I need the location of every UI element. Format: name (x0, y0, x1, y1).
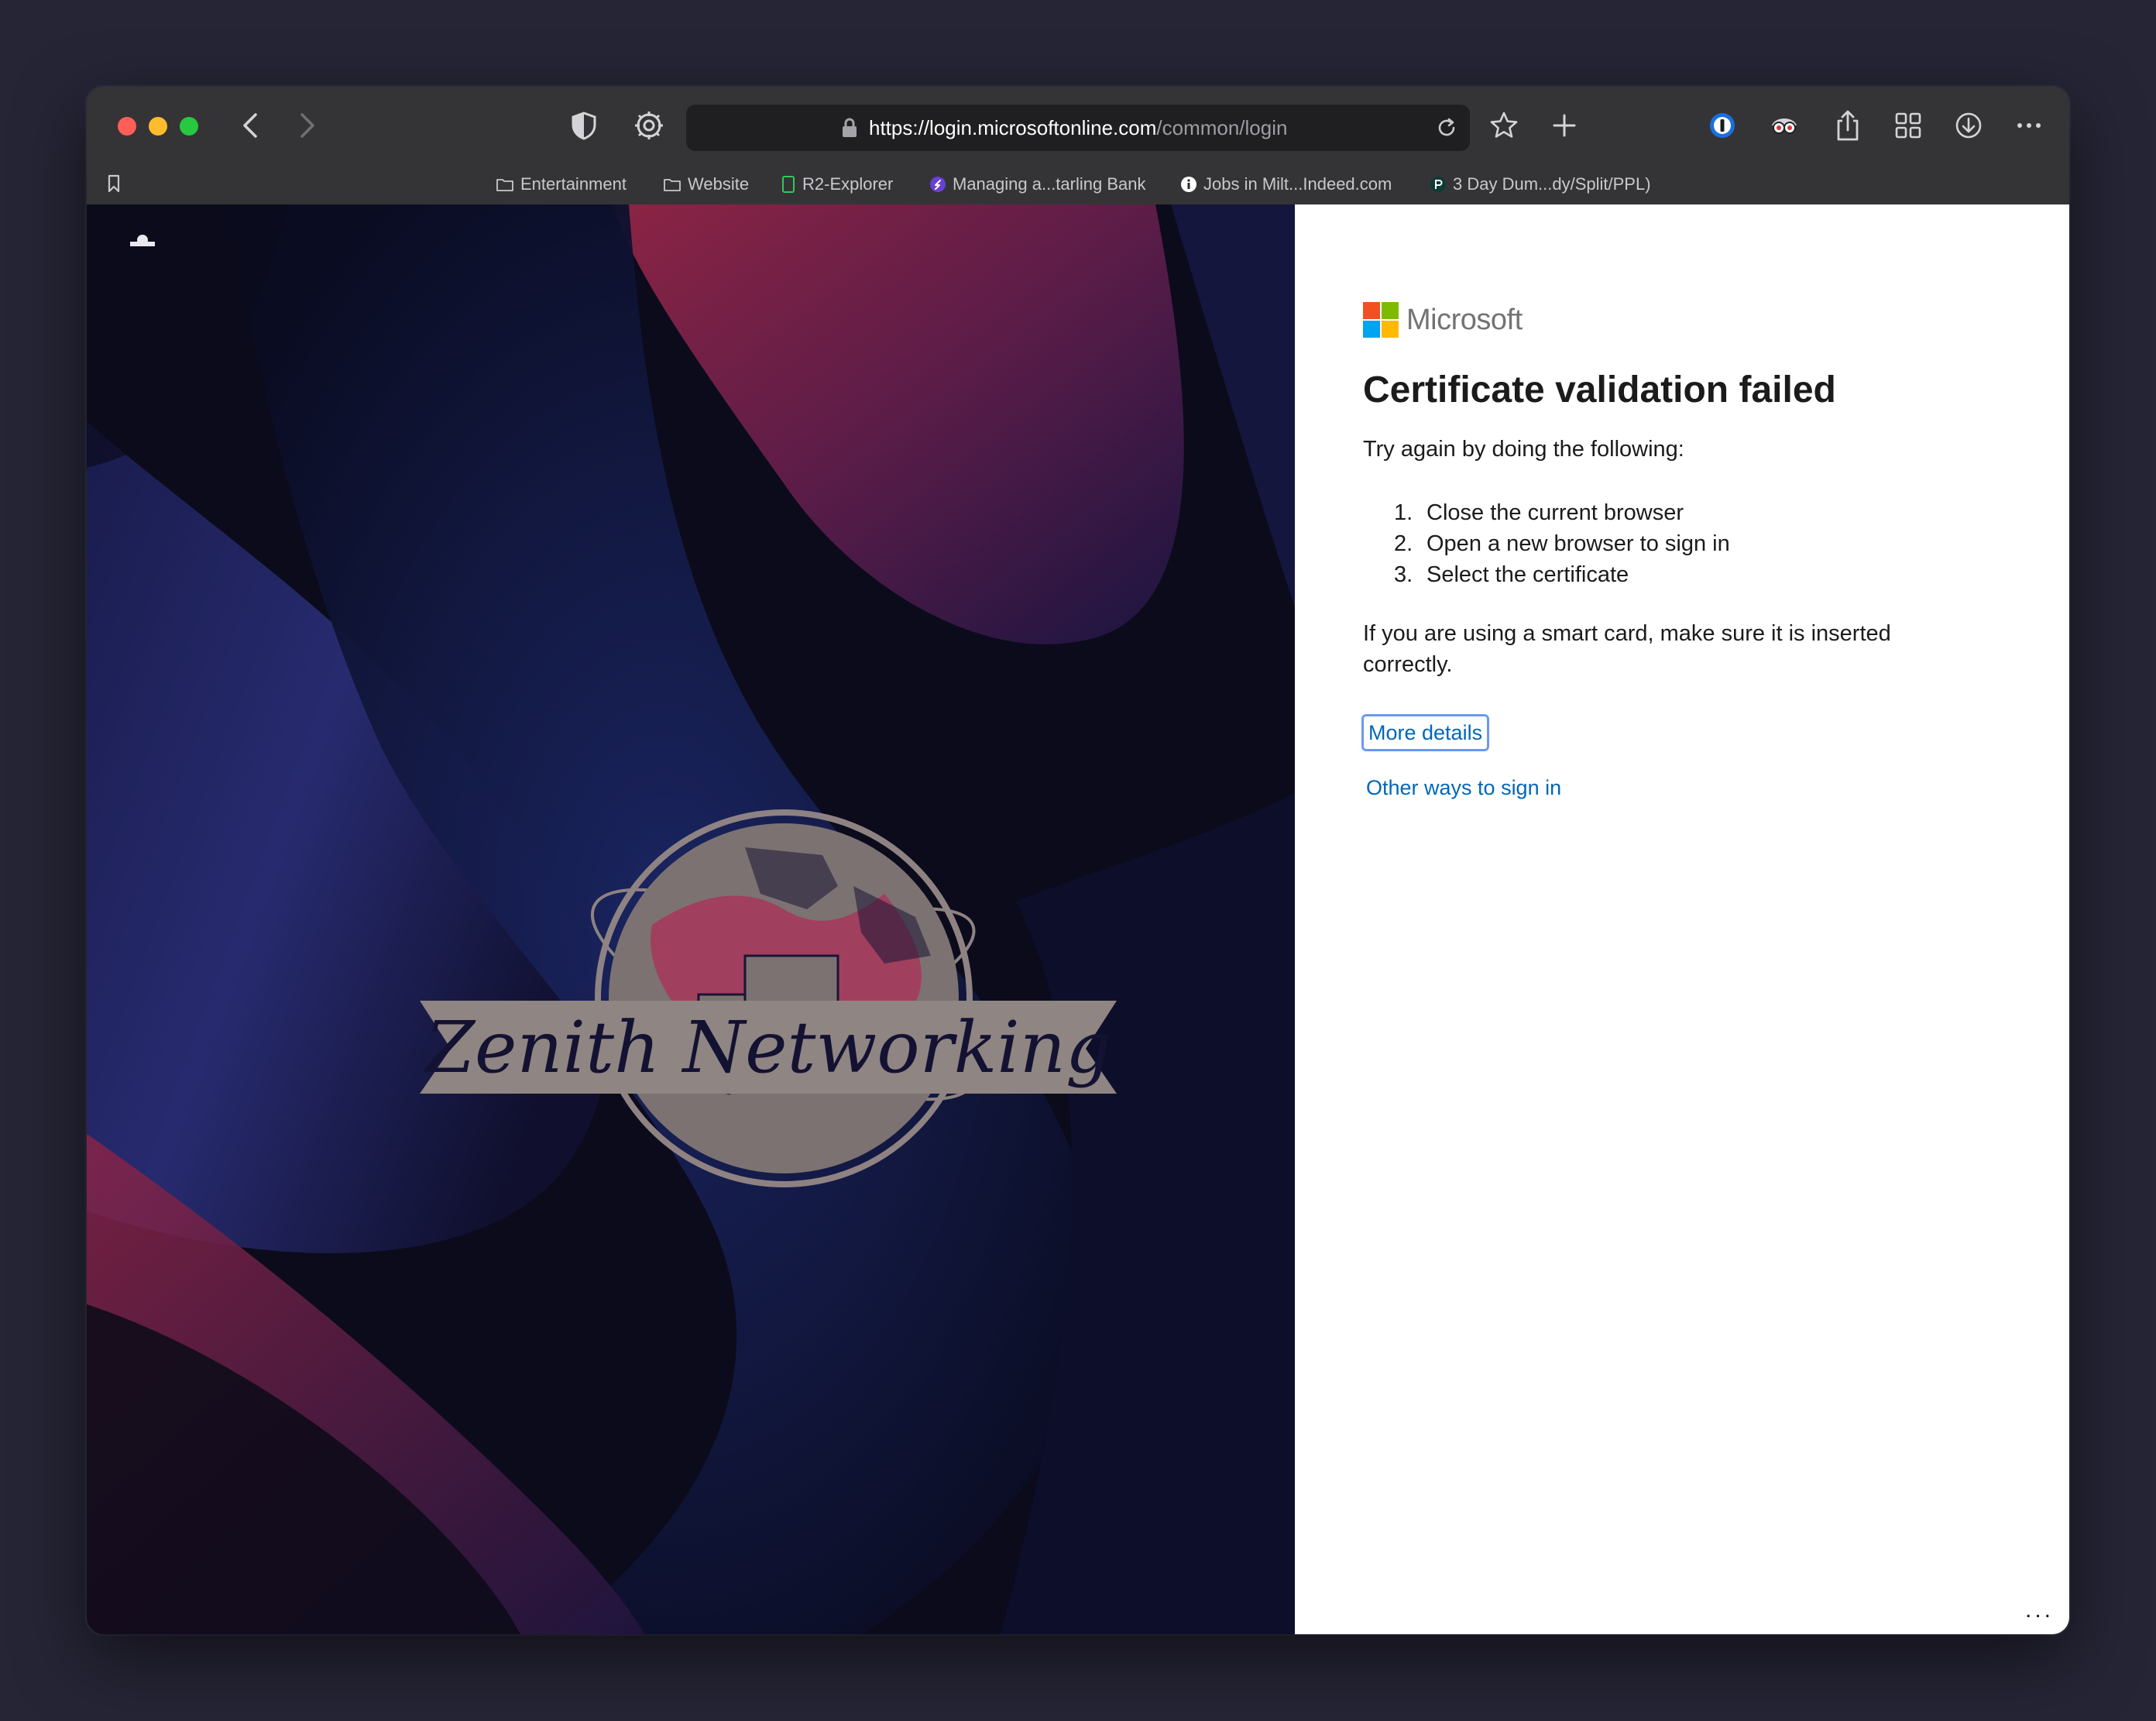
list-item: 2. Open a new browser to sign in (1394, 528, 1730, 559)
bookmark-entertainment[interactable]: Entertainment (496, 164, 627, 204)
address-bar[interactable]: https://login.microsoftonline.com/common… (686, 105, 1470, 151)
footer-more-options-button[interactable]: ... (2025, 1597, 2054, 1623)
step-text: Select the certificate (1426, 562, 1629, 587)
close-window-button[interactable] (118, 117, 136, 136)
browser-window: https://login.microsoftonline.com/common… (87, 87, 2069, 1634)
new-tab-plus-icon[interactable] (1549, 110, 1580, 141)
ad-blocker-extension-icon[interactable] (1769, 110, 1800, 141)
step-number: 2. (1394, 531, 1413, 556)
s-logo-icon (929, 176, 946, 193)
forward-icon[interactable] (294, 110, 319, 141)
zenith-networking-logo: Zenith Networking (420, 809, 1117, 1187)
smart-card-note: If you are using a smart card, make sure… (1363, 621, 1891, 677)
bookmark-label: R2-Explorer (802, 174, 894, 194)
share-icon[interactable] (1834, 108, 1862, 143)
bookmark-label: Managing a...tarling Bank (953, 174, 1146, 194)
microsoft-logo: Microsoft (1363, 302, 1523, 338)
page-content: Zenith Networking Microsoft Certificate … (87, 204, 2069, 1634)
step-number: 1. (1394, 500, 1413, 525)
background-illustration: Zenith Networking (87, 204, 1295, 1634)
microsoft-logo-icon (1363, 302, 1399, 338)
zenith-networking-wordmark: Zenith Networking (423, 1006, 1111, 1089)
browser-toolbar: https://login.microsoftonline.com/common… (87, 87, 2069, 204)
microsoft-brand-name: Microsoft (1406, 303, 1523, 336)
bookmark-label: Website (688, 174, 750, 194)
bookmark-label: Entertainment (520, 174, 627, 194)
info-icon (1180, 176, 1197, 193)
privacy-shield-icon[interactable] (570, 110, 598, 141)
extension-gear-icon[interactable] (633, 110, 664, 141)
list-item: 3. Select the certificate (1394, 559, 1730, 590)
bookmark-r2-explorer[interactable]: R2-Explorer (781, 164, 893, 204)
bookmark-jobs-indeed[interactable]: Jobs in Milt...Indeed.com (1180, 164, 1392, 204)
downloads-icon[interactable] (1953, 110, 1984, 141)
tab-overview-icon[interactable] (1893, 110, 1924, 141)
p-logo-icon (1430, 176, 1447, 193)
lock-icon (841, 117, 858, 143)
sidebar-bookmark-icon[interactable] (107, 173, 121, 194)
instructions-intro: Try again by doing the following: (1363, 437, 1684, 462)
back-icon[interactable] (239, 110, 263, 141)
bookmark-label: Jobs in Milt...Indeed.com (1203, 174, 1392, 194)
folder-icon (496, 177, 514, 192)
reload-icon[interactable] (1434, 115, 1459, 144)
bookmark-label: 3 Day Dum...dy/Split/PPL) (1453, 174, 1651, 194)
minimize-window-button[interactable] (149, 117, 167, 136)
list-item: 1. Close the current browser (1394, 497, 1730, 528)
zoom-window-button[interactable] (180, 117, 198, 136)
bookmarks-bar: Entertainment Website R2-Explorer Managi… (87, 164, 2069, 204)
bookmark-website[interactable]: Website (663, 164, 749, 204)
bookmark-managing-starling-bank[interactable]: Managing a...tarling Bank (929, 164, 1146, 204)
small-zenith-logo-icon (130, 235, 155, 246)
step-number: 3. (1394, 562, 1413, 587)
password-manager-icon[interactable] (1707, 110, 1738, 141)
tab-bar: https://login.microsoftonline.com/common… (87, 87, 2069, 164)
bookmark-star-icon[interactable] (1488, 110, 1519, 141)
url-host: https://login.microsoftonline.com (869, 116, 1157, 139)
more-details-link[interactable]: More details (1360, 713, 1491, 752)
instructions-list: 1. Close the current browser 2. Open a new… (1394, 497, 1730, 590)
bookmark-3-day-dumbbell[interactable]: 3 Day Dum...dy/Split/PPL) (1430, 164, 1651, 204)
step-text: Close the current browser (1426, 500, 1684, 525)
sign-in-panel: Microsoft Certificate validation failed … (1295, 204, 2069, 1634)
url-text: https://login.microsoftonline.com/common… (869, 105, 1287, 151)
other-ways-to-sign-in-link[interactable]: Other ways to sign in (1366, 776, 1561, 800)
folder-icon (663, 177, 681, 192)
more-menu-icon[interactable] (2014, 110, 2044, 141)
step-text: Open a new browser to sign in (1426, 531, 1730, 556)
page-icon (781, 175, 796, 194)
page-title: Certificate validation failed (1363, 369, 1836, 410)
url-path: /common/login (1156, 116, 1288, 139)
